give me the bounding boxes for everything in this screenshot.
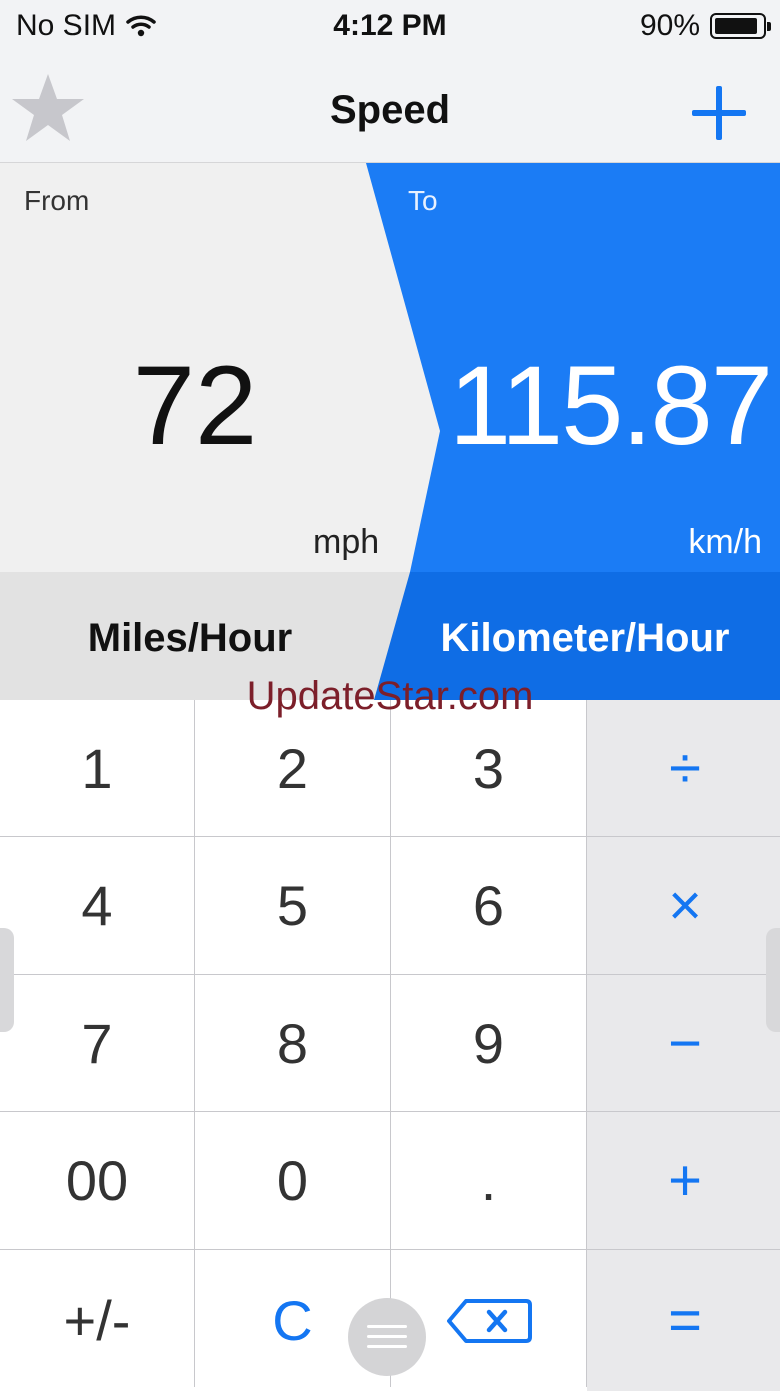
right-edge-tab[interactable] (766, 928, 780, 1032)
add-button[interactable] (692, 86, 746, 140)
battery-percent: 90% (639, 9, 700, 42)
key-2[interactable]: 2 (195, 700, 390, 836)
sign-toggle-button[interactable]: +/- (0, 1250, 194, 1391)
key-0[interactable]: 0 (195, 1112, 390, 1249)
from-label: From (24, 185, 90, 216)
to-label: To (408, 185, 438, 216)
decimal-button[interactable]: . (391, 1112, 586, 1249)
key-5[interactable]: 5 (195, 837, 390, 974)
keypad: 1 2 3 ÷ 4 5 6 × 7 8 9 − 00 0 . + +/- C = (0, 700, 780, 1391)
minus-button[interactable]: − (587, 975, 780, 1111)
from-value[interactable]: 72 (60, 341, 330, 470)
key-7[interactable]: 7 (0, 975, 194, 1111)
equals-button[interactable]: = (587, 1250, 780, 1391)
divide-button[interactable]: ÷ (587, 700, 780, 836)
left-edge-tab[interactable] (0, 928, 14, 1032)
status-right: 90% (639, 9, 771, 43)
key-9[interactable]: 9 (391, 975, 586, 1111)
key-1[interactable]: 1 (0, 700, 194, 836)
key-6[interactable]: 6 (391, 837, 586, 974)
from-unit-abbr: mph (313, 523, 380, 561)
plus-operator-button[interactable]: + (587, 1112, 780, 1249)
status-bar: No SIM 4:12 PM 90% (0, 0, 780, 56)
key-00[interactable]: 00 (0, 1112, 194, 1249)
to-unit-selector[interactable]: Kilometer/Hour (390, 616, 780, 661)
menu-handle-button[interactable] (348, 1298, 426, 1376)
from-unit-selector[interactable]: Miles/Hour (0, 616, 380, 661)
to-value[interactable]: 115.87 (440, 341, 780, 470)
battery-icon (710, 13, 771, 39)
key-8[interactable]: 8 (195, 975, 390, 1111)
nav-bar: Speed (0, 56, 780, 163)
page-title: Speed (329, 88, 451, 132)
key-4[interactable]: 4 (0, 837, 194, 974)
delete-icon (446, 1298, 532, 1343)
key-3[interactable]: 3 (391, 700, 586, 836)
to-unit-abbr: km/h (688, 523, 762, 561)
multiply-button[interactable]: × (587, 837, 780, 974)
converter-display: From To 72 115.87 mph km/h Miles/Hour Ki… (0, 163, 780, 700)
